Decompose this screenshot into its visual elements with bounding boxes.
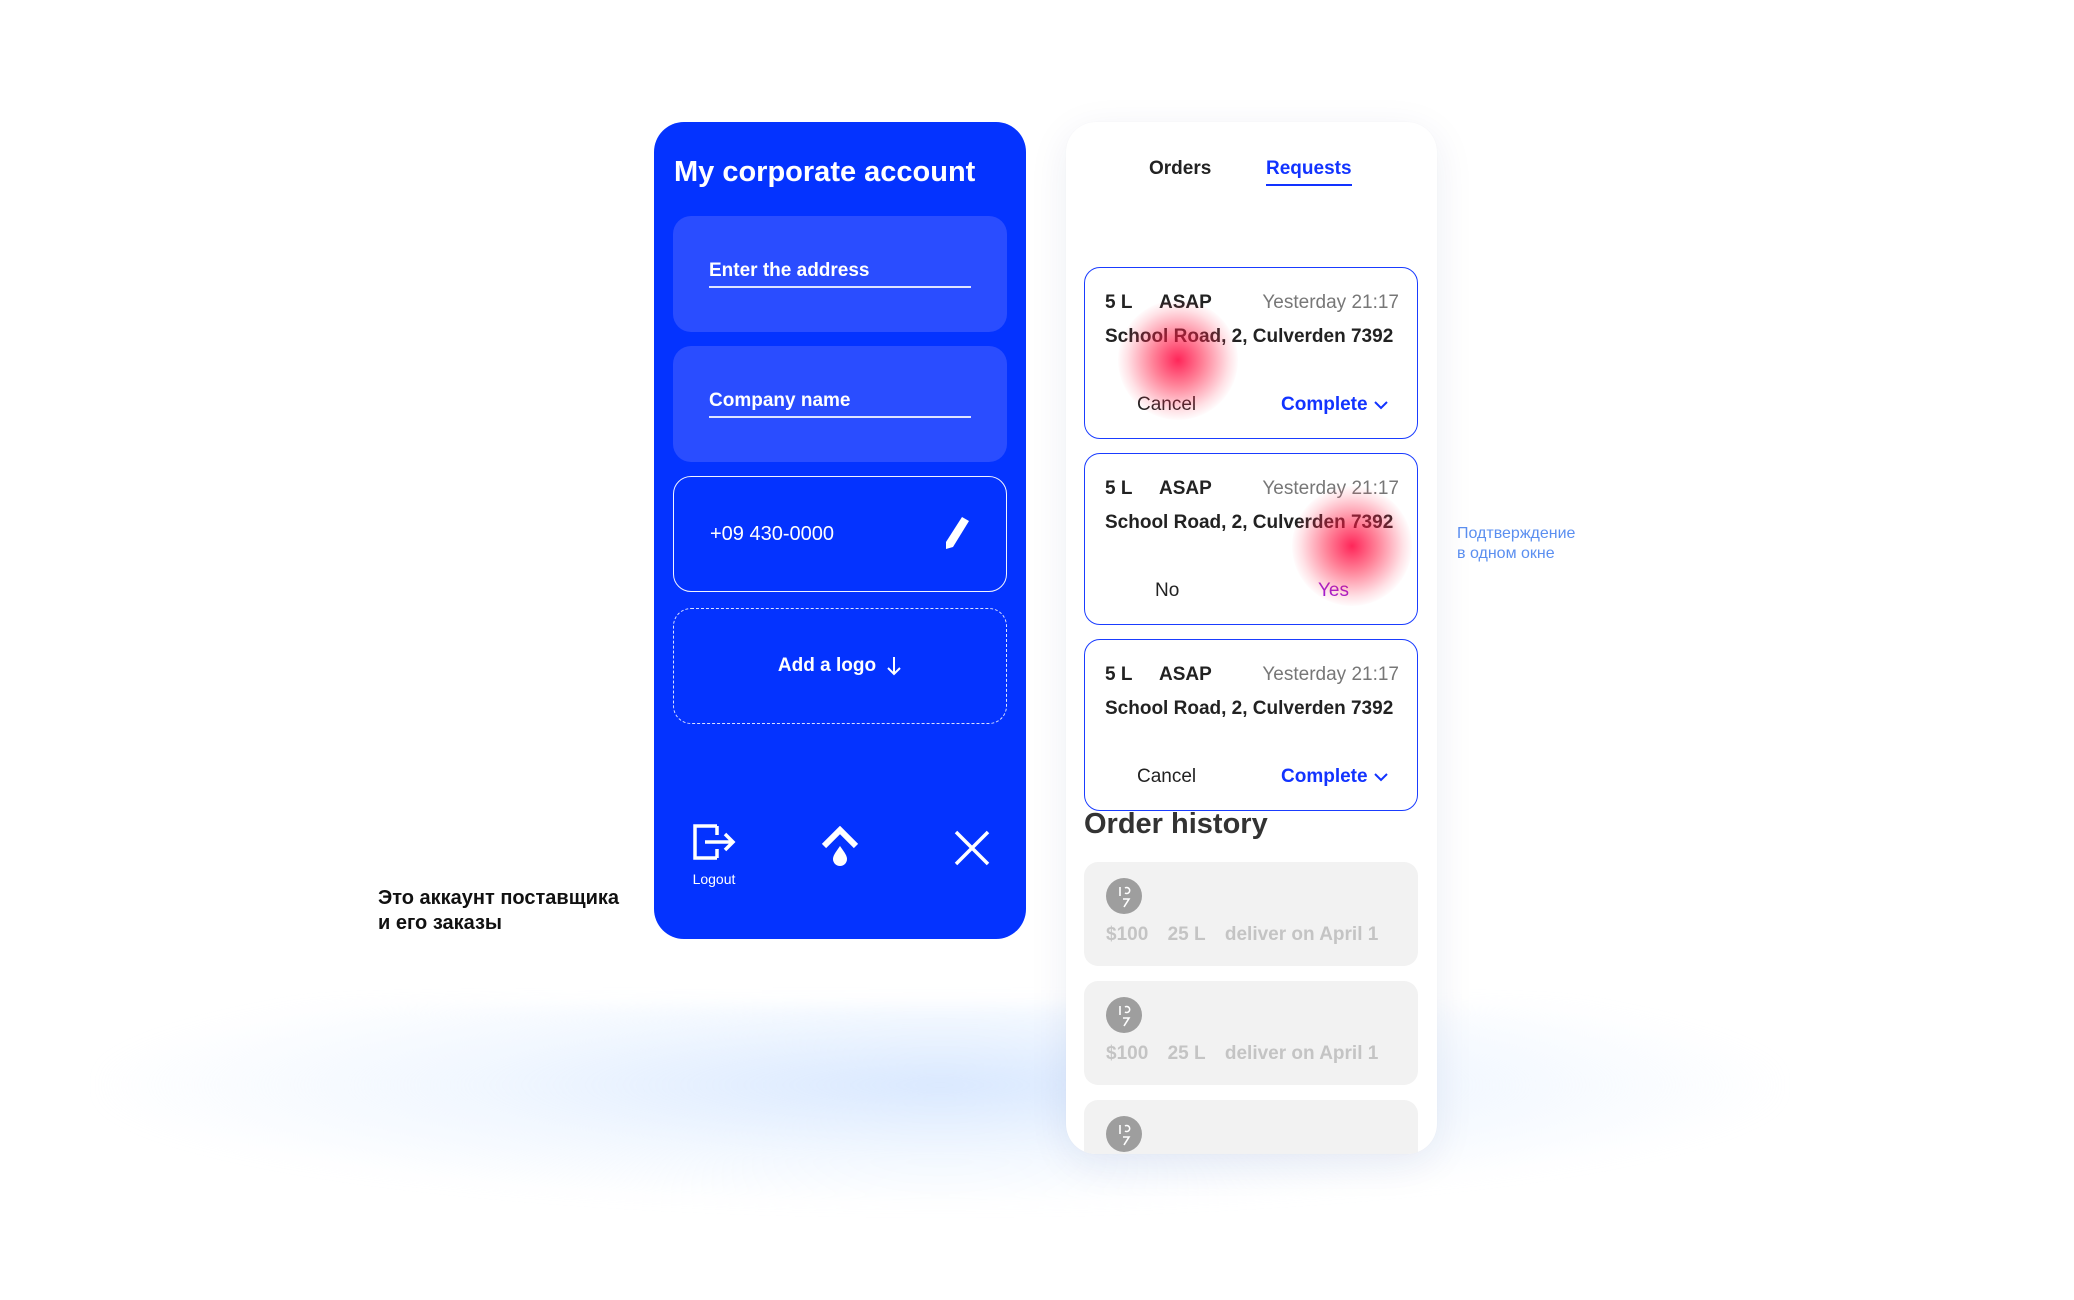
phone-value: +09 430-0000 [710, 523, 835, 545]
no-button[interactable]: No [1155, 580, 1179, 602]
confirmation-note-line-2: в одном окне [1457, 545, 1555, 562]
cancel-button[interactable]: Cancel [1137, 394, 1196, 416]
add-logo-label: Add a logo [777, 655, 877, 676]
request-urgency: ASAP [1159, 478, 1212, 499]
tab-bar: Orders Requests [1066, 158, 1437, 198]
supplier-note-line-1: Это аккаунт поставщика [378, 887, 620, 909]
date-badge-icon [1119, 1005, 1131, 1027]
close-icon[interactable] [952, 828, 992, 868]
bottom-bar: Logout [654, 822, 1026, 912]
address-field[interactable]: Enter the address [673, 216, 1007, 332]
date-badge-icon [1119, 886, 1131, 908]
request-time: Yesterday 21:17 [1262, 478, 1399, 499]
complete-label: Complete [1281, 394, 1368, 415]
drop-up-icon[interactable] [820, 826, 860, 866]
chevron-down-icon [1373, 401, 1388, 410]
address-field-label: Enter the address [709, 260, 870, 281]
arrow-down-icon [887, 657, 901, 676]
request-volume: 5 L [1105, 664, 1133, 685]
request-time: Yesterday 21:17 [1262, 664, 1399, 685]
history-price: $100 [1106, 1043, 1149, 1064]
logout-icon [693, 824, 736, 860]
request-volume: 5 L [1105, 292, 1133, 313]
tab-orders[interactable]: Orders [1149, 158, 1211, 180]
request-address: School Road, 2, Culverden 7392 [1105, 326, 1394, 347]
requests-screen: Orders Requests 5 L ASAP Yesterday 21:17… [1066, 122, 1437, 1154]
history-item[interactable] [1084, 1100, 1418, 1154]
request-card: 5 L ASAP Yesterday 21:17 School Road, 2,… [1084, 639, 1418, 811]
pencil-icon[interactable] [942, 515, 972, 551]
complete-label: Complete [1281, 766, 1368, 787]
address-field-underline [709, 286, 971, 288]
avatar [1106, 997, 1142, 1033]
chevron-down-icon [1373, 773, 1388, 782]
order-history-title: Order history [1084, 808, 1268, 840]
request-time: Yesterday 21:17 [1262, 292, 1399, 313]
confirmation-note: Подтверждение в одном окне [1457, 524, 1575, 564]
company-name-field-underline [709, 416, 971, 418]
complete-button[interactable]: Complete [1281, 394, 1388, 416]
request-address: School Road, 2, Culverden 7392 [1105, 698, 1394, 719]
logout-button[interactable]: Logout [684, 822, 744, 887]
request-address: School Road, 2, Culverden 7392 [1105, 512, 1394, 533]
request-urgency: ASAP [1159, 664, 1212, 685]
yes-button[interactable]: Yes [1318, 580, 1349, 602]
page-title: My corporate account [674, 156, 976, 188]
confirmation-note-line-1: Подтверждение [1457, 525, 1576, 542]
complete-button[interactable]: Complete [1281, 766, 1388, 788]
avatar [1106, 1116, 1142, 1152]
background-cloud [100, 1005, 1780, 1205]
company-name-field[interactable]: Company name [673, 346, 1007, 462]
history-volume: 25 L [1167, 924, 1206, 945]
logout-label: Logout [692, 871, 736, 887]
history-item[interactable]: $100 25 L deliver on April 1 [1084, 862, 1418, 966]
request-urgency: ASAP [1159, 292, 1212, 313]
history-delivery: deliver on April 1 [1224, 1043, 1379, 1064]
phone-field[interactable]: +09 430-0000 [673, 476, 1007, 592]
company-name-field-label: Company name [709, 390, 851, 411]
cancel-button[interactable]: Cancel [1137, 766, 1196, 788]
request-card-confirm: 5 L ASAP Yesterday 21:17 School Road, 2,… [1084, 453, 1418, 625]
history-delivery: deliver on April 1 [1224, 924, 1379, 945]
avatar [1106, 878, 1142, 914]
date-badge-icon [1119, 1124, 1131, 1146]
supplier-note: Это аккаунт поставщика и его заказы [378, 886, 619, 936]
history-volume: 25 L [1167, 1043, 1206, 1064]
history-price: $100 [1106, 924, 1149, 945]
add-logo-button[interactable]: Add a logo [673, 608, 1007, 724]
supplier-note-line-2: и его заказы [378, 912, 503, 934]
tab-requests[interactable]: Requests [1266, 158, 1352, 186]
request-card: 5 L ASAP Yesterday 21:17 School Road, 2,… [1084, 267, 1418, 439]
history-item[interactable]: $100 25 L deliver on April 1 [1084, 981, 1418, 1085]
request-volume: 5 L [1105, 478, 1133, 499]
corporate-account-screen: My corporate account Enter the address C… [654, 122, 1026, 939]
